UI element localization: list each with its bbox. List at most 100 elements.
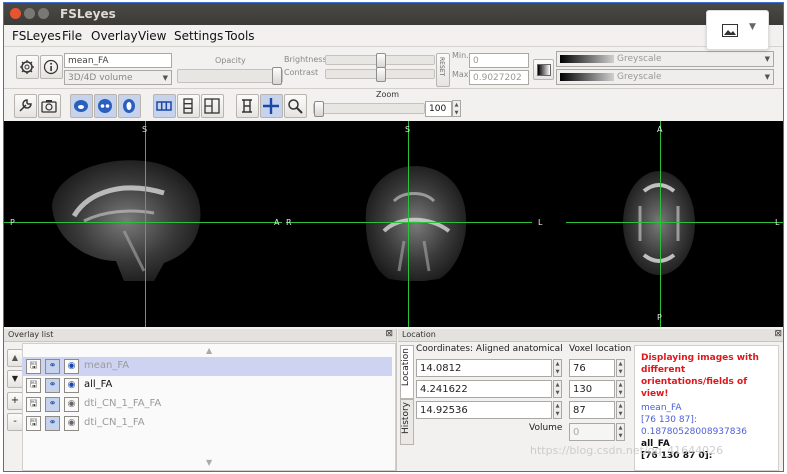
toggle-cursor-button[interactable]	[260, 94, 283, 118]
menu-tools[interactable]: Tools	[225, 29, 255, 43]
tab-location-label: Location	[401, 348, 411, 387]
menu-settings[interactable]: Settings	[174, 29, 223, 43]
brightness-slider-handle[interactable]	[376, 53, 386, 68]
tab-location[interactable]: Location	[400, 345, 414, 399]
overlay-list-item[interactable]: 🖫 ⚭ ◉ dti_CN_1_FA	[22, 414, 392, 433]
zoom-slider[interactable]	[313, 101, 425, 117]
contrast-slider[interactable]	[325, 67, 435, 82]
close-icon[interactable]: ⊠	[774, 329, 782, 339]
voxel-y-input[interactable]: 130	[569, 380, 615, 398]
close-window-button[interactable]	[10, 8, 21, 19]
axial-view-icon	[123, 99, 135, 113]
screenshot-button[interactable]	[38, 94, 61, 118]
coord-y-input[interactable]: 4.241622	[416, 380, 552, 398]
opacity-slider[interactable]	[177, 67, 283, 85]
menu-overlay[interactable]: Overlay	[91, 29, 138, 43]
eye-visibility-icon[interactable]: ◉	[64, 397, 79, 412]
voxel-x-spin[interactable]: ▲ ▼	[616, 359, 625, 377]
coronal-crosshair-horizontal	[286, 222, 532, 223]
add-overlay-button[interactable]: +	[7, 392, 23, 410]
max-input[interactable]: 0.9027202	[469, 70, 529, 85]
zoom-slider-handle[interactable]	[314, 101, 324, 117]
remove-overlay-button[interactable]: -	[7, 413, 23, 431]
overlay-name: dti_CN_1_FA_FA	[84, 398, 162, 409]
menu-file[interactable]: File	[62, 29, 82, 43]
sagittal-left-label: P	[10, 218, 15, 227]
reset-button[interactable]: RESET	[436, 53, 450, 87]
zoom-spin-buttons[interactable]: ▲ ▼	[452, 100, 461, 117]
colourmap-select-1[interactable]: Greyscale ▼	[556, 51, 774, 67]
voxel-y-spin[interactable]: ▲ ▼	[616, 380, 625, 398]
move-overlay-up-button[interactable]: ▲	[7, 349, 23, 367]
coord-z-spin[interactable]: ▲ ▼	[553, 401, 562, 419]
coord-x-input[interactable]: 14.0812	[416, 359, 552, 377]
layout-grid-button[interactable]	[201, 94, 224, 118]
maximize-window-button[interactable]	[38, 8, 49, 19]
scroll-down-icon[interactable]: ▼	[206, 458, 212, 467]
ortho-viewer[interactable]: S P A S R L A P L	[4, 121, 783, 327]
gear-icon	[20, 60, 34, 74]
watermark: https://blog.csdn.net/qq_41644026	[530, 444, 724, 457]
colourmap-select-2[interactable]: Greyscale ▼	[556, 69, 774, 85]
overlay-list-item[interactable]: 🖫 ⚭ ◉ mean_FA	[22, 357, 392, 376]
view-settings-button[interactable]	[14, 94, 37, 118]
overlay-list-item[interactable]: 🖫 ⚭ ◉ dti_CN_1_FA_FA	[22, 395, 392, 414]
save-overlay-icon[interactable]: 🖫	[26, 378, 41, 393]
coronal-left-label: R	[286, 218, 292, 227]
close-icon[interactable]: ⊠	[385, 329, 393, 339]
chevron-down-icon: ▼	[162, 74, 168, 82]
display-settings-button[interactable]	[16, 55, 39, 79]
layout-horizontal-button[interactable]	[153, 94, 176, 118]
volume-type-select[interactable]: 3D/4D volume ▼	[64, 70, 172, 85]
eye-visibility-icon[interactable]: ◉	[64, 416, 79, 431]
link-overlay-icon[interactable]: ⚭	[45, 397, 60, 412]
toggle-labels-button[interactable]	[236, 94, 259, 118]
labels-icon	[242, 99, 252, 113]
location-info-line: [76 130 87]:	[641, 415, 697, 425]
overlay-info-button[interactable]	[40, 55, 63, 79]
voxel-z-spin[interactable]: ▲ ▼	[616, 401, 625, 419]
brain-slices	[52, 160, 695, 281]
save-overlay-icon[interactable]: 🖫	[26, 416, 41, 431]
coord-y-spin[interactable]: ▲ ▼	[553, 380, 562, 398]
toggle-axial-button[interactable]	[118, 94, 141, 118]
axial-slice	[623, 171, 695, 275]
zoom-tool-button[interactable]	[284, 94, 307, 118]
link-overlay-icon[interactable]: ⚭	[45, 359, 60, 374]
axial-top-label: A	[657, 125, 663, 134]
tab-history[interactable]: History	[400, 399, 414, 445]
link-overlay-icon[interactable]: ⚭	[45, 378, 60, 393]
volume-input[interactable]: 0	[569, 423, 615, 441]
voxel-x-input[interactable]: 76	[569, 359, 615, 377]
layout-vertical-button[interactable]	[177, 94, 200, 118]
eye-visibility-icon[interactable]: ◉	[64, 359, 79, 374]
overlay-list-item[interactable]: 🖫 ⚭ ◉ all_FA	[22, 376, 392, 395]
coord-x-spin[interactable]: ▲ ▼	[553, 359, 562, 377]
menu-view[interactable]: View	[138, 29, 166, 43]
coord-z-input[interactable]: 14.92536	[416, 401, 552, 419]
overlay-name-field[interactable]: mean_FA	[64, 53, 172, 68]
minimize-window-button[interactable]	[24, 8, 35, 19]
image-options-button[interactable]: ▼	[706, 10, 769, 50]
menu-fsleyes[interactable]: FSLeyes	[12, 29, 61, 43]
scroll-up-icon[interactable]: ▲	[206, 346, 212, 355]
brightness-slider[interactable]	[325, 53, 435, 68]
coronal-crosshair-vertical	[408, 121, 409, 327]
sagittal-slice	[52, 160, 201, 281]
zoom-input[interactable]: 100	[425, 101, 452, 117]
link-overlay-icon[interactable]: ⚭	[45, 416, 60, 431]
contrast-slider-handle[interactable]	[376, 67, 386, 82]
colourmap-swap-button[interactable]	[533, 59, 554, 80]
toggle-sagittal-button[interactable]	[70, 94, 93, 118]
toggle-coronal-button[interactable]	[94, 94, 117, 118]
eye-visibility-icon[interactable]: ◉	[64, 378, 79, 393]
voxel-z-input[interactable]: 87	[569, 401, 615, 419]
move-overlay-down-button[interactable]: ▼	[7, 370, 23, 388]
opacity-slider-handle[interactable]	[272, 67, 282, 85]
save-overlay-icon[interactable]: 🖫	[26, 359, 41, 374]
volume-spin[interactable]: ▲ ▼	[616, 423, 625, 441]
save-overlay-icon[interactable]: 🖫	[26, 397, 41, 412]
coordinates-header: Coordinates: Aligned anatomical	[416, 344, 563, 354]
min-input[interactable]: 0	[469, 53, 529, 68]
wrench-icon	[19, 99, 32, 112]
